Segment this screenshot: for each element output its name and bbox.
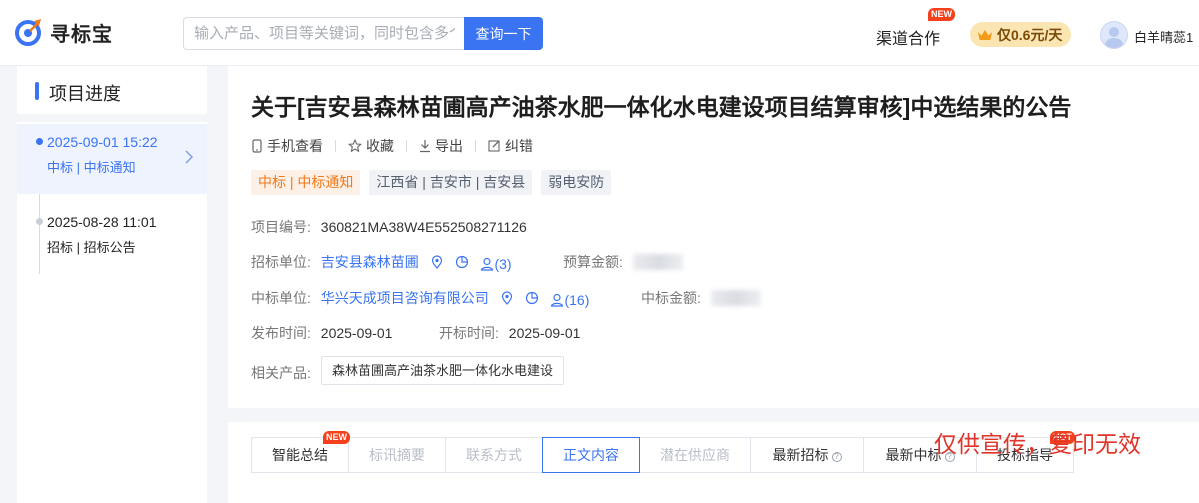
action-label: 纠错	[505, 138, 533, 154]
product-row: 相关产品:	[251, 363, 311, 383]
win-amount-value-hidden	[710, 290, 761, 306]
tab-contacts[interactable]: 联系方式	[445, 437, 543, 473]
export-button[interactable]: 导出	[419, 136, 463, 156]
publish-time-label: 发布时间:	[251, 325, 311, 341]
crown-icon	[978, 29, 992, 40]
timeline-dot	[36, 138, 43, 145]
notice-card: 关于[吉安县森林苗圃高产油茶水肥一体化水电建设项目结算审核]中选结果的公告 手机…	[228, 66, 1199, 408]
action-bar: 手机查看 收藏 导出 纠错	[251, 136, 533, 156]
username[interactable]: 白羊晴蕊1	[1134, 27, 1193, 46]
new-badge: NEW	[928, 8, 955, 21]
favorite-button[interactable]: 收藏	[348, 136, 394, 156]
avatar[interactable]	[1100, 21, 1128, 49]
timeline-item[interactable]: 2025-09-01 15:22 中标 | 中标通知	[17, 124, 207, 194]
help-icon: ?	[831, 452, 842, 462]
search-input[interactable]	[183, 17, 465, 50]
budget-row: 预算金额:	[563, 252, 683, 272]
open-time-label: 开标时间:	[439, 325, 499, 341]
mobile-icon	[252, 139, 262, 153]
edit-icon	[488, 140, 500, 152]
top-header: 寻标宝 查询一下 渠道合作 NEW 仅0.6元/天 白羊晴蕊1	[0, 0, 1199, 66]
contacts-count: (3)	[494, 256, 512, 272]
logo-text: 寻标宝	[50, 23, 113, 46]
search-button[interactable]: 查询一下	[464, 17, 543, 50]
timeline-dot	[36, 218, 43, 225]
chevron-right-icon	[185, 148, 194, 169]
tab-label: 潜在供应商	[660, 447, 730, 463]
winner-link[interactable]: 华兴天成项目咨询有限公司	[321, 290, 489, 306]
notice-title: 关于[吉安县森林苗圃高产油茶水肥一体化水电建设项目结算审核]中选结果的公告	[251, 94, 1072, 120]
tenderer-label: 招标单位:	[251, 254, 311, 270]
tab-label: 智能总结	[272, 447, 328, 463]
winner-row: 中标单位: 华兴天成项目咨询有限公司 (16)	[251, 288, 589, 308]
watermark: 仅供宣传，复印无效	[934, 432, 1141, 458]
pie-chart-icon[interactable]	[455, 255, 469, 272]
publish-time-value: 2025-09-01	[320, 325, 393, 341]
report-error-button[interactable]: 纠错	[488, 136, 533, 156]
user-icon	[551, 293, 564, 307]
publish-time-row: 发布时间: 2025-09-01	[251, 323, 392, 343]
timeline-date: 2025-08-28 11:01	[47, 214, 157, 230]
contacts-button[interactable]: (16)	[550, 292, 589, 308]
timeline-type: 招标 | 招标公告	[47, 240, 136, 255]
channel-partner-link[interactable]: 渠道合作	[876, 25, 940, 49]
pie-chart-icon[interactable]	[525, 291, 539, 308]
win-amount-label: 中标金额:	[641, 290, 701, 306]
product-chip[interactable]: 森林苗圃高产油茶水肥一体化水电建设	[321, 356, 565, 385]
user-icon	[481, 257, 494, 271]
tab-summary[interactable]: 标讯摘要	[348, 437, 446, 473]
divider	[335, 140, 336, 152]
location-icon[interactable]	[501, 291, 513, 308]
logo-icon	[14, 17, 44, 47]
contacts-button[interactable]: (3)	[480, 256, 512, 272]
title-accent-bar	[35, 82, 39, 100]
divider	[406, 140, 407, 152]
action-label: 收藏	[366, 138, 394, 154]
project-number-label: 项目编号:	[251, 219, 311, 235]
vip-price-label: 仅0.6元/天	[997, 26, 1063, 43]
region-tag[interactable]: 江西省 | 吉安市 | 吉安县	[369, 170, 533, 195]
timeline-type: 中标 | 中标通知	[47, 160, 136, 175]
logo[interactable]: 寻标宝	[14, 17, 113, 47]
divider	[475, 140, 476, 152]
open-time-value: 2025-09-01	[508, 325, 581, 341]
tab-label: 联系方式	[466, 447, 522, 463]
location-icon[interactable]	[431, 255, 443, 272]
vip-price-button[interactable]: 仅0.6元/天	[970, 22, 1072, 47]
timeline-date: 2025-09-01 15:22	[47, 134, 158, 150]
tab-label: 标讯摘要	[369, 447, 425, 463]
project-number-value: 360821MA38W4E552508271126	[320, 219, 527, 235]
winner-label: 中标单位:	[251, 290, 311, 306]
tab-latest-tenders[interactable]: 最新招标?	[750, 437, 864, 473]
open-time-row: 开标时间: 2025-09-01	[439, 323, 580, 343]
action-label: 手机查看	[267, 138, 323, 154]
budget-label: 预算金额:	[563, 254, 623, 270]
mobile-view-button[interactable]: 手机查看	[251, 136, 323, 156]
progress-sidebar: 项目进度 2025-09-01 15:22 中标 | 中标通知 2025-08-…	[17, 66, 207, 503]
contacts-count: (16)	[564, 292, 590, 308]
divider	[17, 114, 207, 122]
budget-value-hidden	[632, 254, 683, 270]
sidebar-header: 项目进度	[17, 66, 207, 114]
timeline-item[interactable]: 2025-08-28 11:01 招标 | 招标公告	[17, 204, 207, 274]
win-amount-row: 中标金额:	[641, 288, 761, 308]
category-tag: 中标 | 中标通知	[251, 170, 361, 195]
tag-list: 中标 | 中标通知 江西省 | 吉安市 | 吉安县 弱电安防	[251, 170, 620, 195]
star-icon	[348, 139, 362, 153]
tab-main-content[interactable]: 正文内容	[542, 437, 640, 473]
new-badge: NEW	[323, 431, 350, 444]
industry-tag[interactable]: 弱电安防	[541, 170, 612, 195]
tab-label: 最新招标	[772, 447, 829, 463]
tenderer-link[interactable]: 吉安县森林苗圃	[321, 254, 419, 270]
tab-potential-suppliers[interactable]: 潜在供应商	[639, 437, 751, 473]
sidebar-title: 项目进度	[49, 84, 121, 104]
tenderer-row: 招标单位: 吉安县森林苗圃 (3)	[251, 252, 512, 272]
product-label: 相关产品:	[251, 365, 311, 381]
project-number-row: 项目编号: 360821MA38W4E552508271126	[251, 217, 527, 237]
tab-label: 正文内容	[563, 447, 619, 463]
download-icon	[420, 140, 430, 153]
action-label: 导出	[435, 138, 463, 154]
